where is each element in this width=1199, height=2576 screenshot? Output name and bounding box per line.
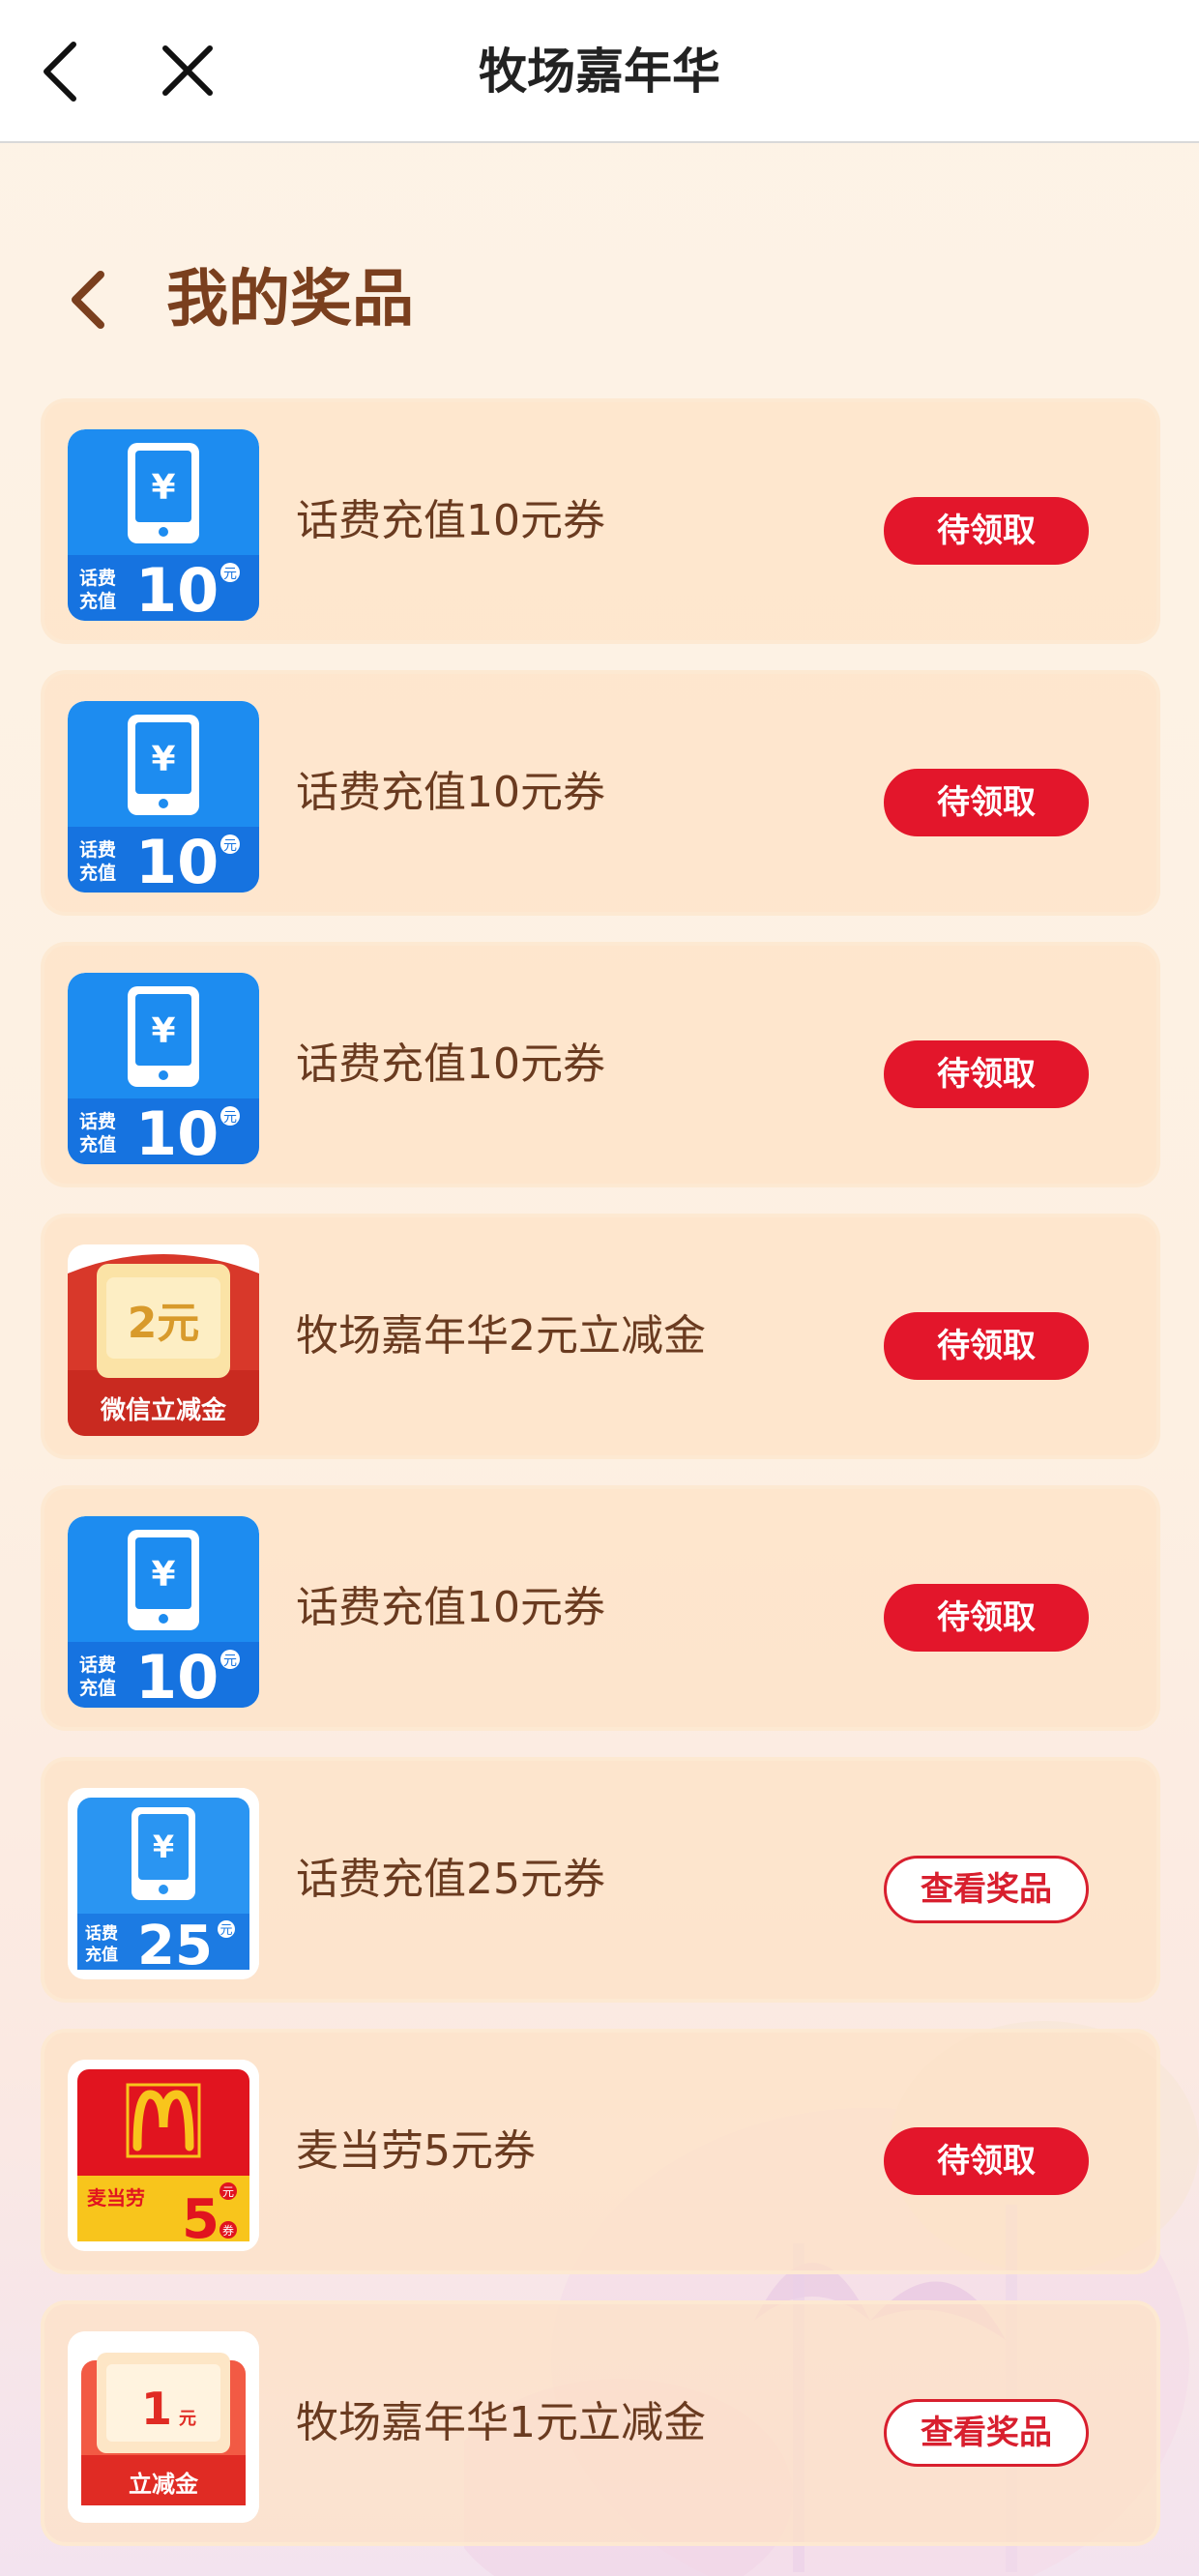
prize-card: ¥ 话费 充值 10 元 话费充值10元券 待领取 [41, 942, 1160, 1187]
prize-name: 牧场嘉年华1元立减金 [296, 2398, 706, 2447]
page-header: 我的奖品 [0, 222, 1199, 367]
page-back-icon[interactable] [56, 261, 124, 338]
thumb-label-bottom: 充值 [79, 862, 116, 884]
thumb-caption: 立减金 [129, 2471, 199, 2498]
thumb-label-bottom: 充值 [79, 1133, 116, 1156]
phone-credit-icon: ¥ 话费 充值 10 元 [68, 973, 259, 1164]
thumb-unit: 元 [223, 838, 237, 854]
prize-name: 牧场嘉年华2元立减金 [296, 1311, 706, 1361]
claim-button[interactable]: 待领取 [884, 1040, 1089, 1108]
thumb-label-bottom: 充值 [85, 1945, 118, 1965]
thumb-caption: 麦当劳 [87, 2186, 145, 2210]
nav-title: 牧场嘉年华 [479, 44, 720, 100]
thumb-label-bottom: 充值 [79, 590, 116, 612]
thumb-unit: 元 [223, 567, 237, 582]
thumb-amount: 25 [137, 1915, 213, 1977]
discount-1yuan-icon: 1 元 立减金 [68, 2331, 259, 2523]
phone-credit-icon: ¥ 话费 充值 10 元 [68, 1516, 259, 1708]
thumb-label-top: 话费 [85, 1923, 118, 1944]
thumb-caption: 微信立减金 [100, 1395, 227, 1425]
thumb-unit: 元 [223, 1110, 237, 1126]
svg-text:¥: ¥ [153, 1829, 174, 1865]
thumb-unit: 元 [219, 1923, 232, 1938]
thumb-label-top: 话费 [79, 568, 116, 589]
prize-name: 话费充值10元券 [296, 768, 605, 817]
view-prize-button[interactable]: 查看奖品 [884, 2399, 1089, 2467]
page-title: 我的奖品 [166, 264, 414, 336]
phone-credit-icon: ¥ 话费 充值 10 元 [68, 701, 259, 893]
thumb-label-bottom: 充值 [79, 1677, 116, 1699]
view-prize-button[interactable]: 查看奖品 [884, 1856, 1089, 1923]
prize-card: 麦当劳 5 元 券 麦当劳5元券 待领取 [41, 2029, 1160, 2274]
thumb-unit: 元 [222, 2185, 234, 2199]
thumb-amount: 10 [135, 1098, 219, 1164]
svg-text:¥: ¥ [151, 740, 175, 779]
claim-button[interactable]: 待领取 [884, 769, 1089, 836]
prize-name: 麦当劳5元券 [296, 2126, 536, 2176]
thumb-unit2: 券 [222, 2223, 234, 2238]
prize-card: ¥ 话费 充值 10 元 话费充值10元券 待领取 [41, 670, 1160, 916]
svg-text:¥: ¥ [151, 1555, 175, 1595]
claim-button[interactable]: 待领取 [884, 1312, 1089, 1380]
thumb-amount: 2元 [128, 1299, 200, 1348]
prize-name: 话费充值25元券 [296, 1855, 605, 1904]
top-nav-bar: 牧场嘉年华 [0, 0, 1199, 143]
thumb-amount: 5 [182, 2188, 219, 2251]
claim-button[interactable]: 待领取 [884, 497, 1089, 565]
thumb-amount: 10 [135, 555, 219, 621]
mcdonalds-coupon-icon: 麦当劳 5 元 券 [68, 2060, 259, 2251]
svg-text:¥: ¥ [151, 468, 175, 508]
thumb-label-top: 话费 [79, 1654, 116, 1676]
prize-card: ¥ 话费 充值 25 元 话费充值25元券 查看奖品 [41, 1757, 1160, 2003]
thumb-amount: 10 [135, 827, 219, 893]
prize-name: 话费充值10元券 [296, 1583, 605, 1632]
prize-card: ¥ 话费 充值 10 元 话费充值10元券 待领取 [41, 1485, 1160, 1731]
prize-name: 话费充值10元券 [296, 496, 605, 545]
wechat-discount-icon: 2元 微信立减金 [68, 1244, 259, 1436]
thumb-label-top: 话费 [79, 839, 116, 861]
thumb-unit: 元 [223, 1654, 237, 1669]
prize-card: 1 元 立减金 牧场嘉年华1元立减金 查看奖品 [41, 2300, 1160, 2546]
prize-name: 话费充值10元券 [296, 1039, 605, 1089]
prize-list: ¥ 话费 充值 10 元 话费充值10元券 待领取 ¥ 话费 充值 10 元 话… [41, 398, 1160, 2572]
thumb-label-top: 话费 [79, 1111, 116, 1132]
svg-text:¥: ¥ [151, 1011, 175, 1051]
claim-button[interactable]: 待领取 [884, 2127, 1089, 2195]
phone-credit-icon: ¥ 话费 充值 10 元 [68, 429, 259, 621]
thumb-unit: 元 [179, 2409, 196, 2429]
prize-card: 2元 微信立减金 牧场嘉年华2元立减金 待领取 [41, 1214, 1160, 1459]
phone-credit-icon: ¥ 话费 充值 25 元 [68, 1788, 259, 1979]
thumb-amount: 10 [135, 1642, 219, 1708]
thumb-amount: 1 [141, 2383, 172, 2435]
prize-card: ¥ 话费 充值 10 元 话费充值10元券 待领取 [41, 398, 1160, 644]
claim-button[interactable]: 待领取 [884, 1584, 1089, 1652]
